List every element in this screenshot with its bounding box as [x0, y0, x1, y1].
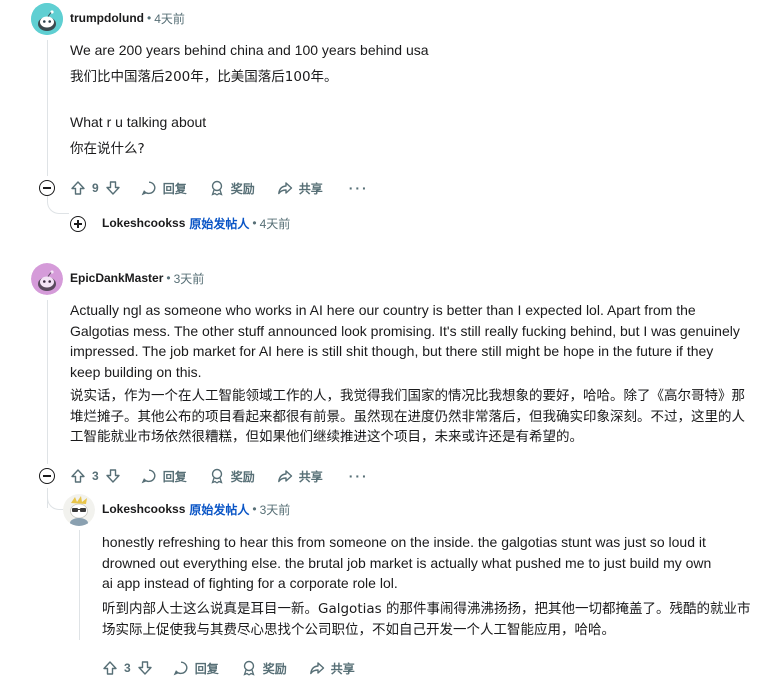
snoo-avatar-icon — [63, 494, 95, 526]
downvote-icon[interactable] — [137, 660, 153, 676]
award-icon — [211, 180, 223, 196]
thread-curve — [47, 196, 69, 214]
share-icon — [277, 182, 292, 195]
timestamp[interactable]: 4天前 — [154, 10, 185, 27]
minus-icon — [43, 475, 51, 477]
comment-actions: 3 回复 奖励 共享 ··· — [70, 464, 369, 488]
username[interactable]: Lokeshcookss — [102, 502, 185, 516]
award-icon — [211, 468, 223, 484]
timestamp[interactable]: 4天前 — [260, 215, 291, 232]
collapse-button[interactable] — [39, 468, 55, 484]
snoo-avatar-icon — [31, 263, 63, 295]
reply-button[interactable]: 回复 — [173, 660, 219, 677]
award-button[interactable]: 奖励 — [209, 468, 255, 485]
username[interactable]: trumpdolund — [70, 11, 144, 25]
share-button[interactable]: 共享 — [277, 180, 323, 197]
comment-meta: trumpdolund • 4天前 — [70, 10, 185, 27]
expand-button[interactable] — [70, 216, 86, 232]
vote-group: 3 — [102, 660, 153, 676]
comment-body-en: What r u talking about — [70, 114, 207, 130]
avatar[interactable] — [31, 263, 63, 295]
collapse-button[interactable] — [39, 180, 55, 196]
reply-button[interactable]: 回复 — [141, 180, 187, 197]
username[interactable]: Lokeshcookss — [102, 216, 185, 230]
thread-line — [47, 40, 48, 176]
award-button[interactable]: 奖励 — [209, 180, 255, 197]
thread-curve — [47, 496, 63, 510]
more-options-icon[interactable]: ··· — [349, 468, 369, 484]
comment-body-zh: 你在说什么? — [70, 141, 145, 157]
comment-actions: 3 回复 奖励 共享 — [102, 656, 377, 680]
timestamp[interactable]: 3天前 — [260, 501, 291, 518]
snoo-avatar-icon — [31, 3, 63, 35]
upvote-icon[interactable] — [70, 468, 86, 484]
comment-meta: Lokeshcookss 原始发帖人 • 3天前 — [102, 501, 291, 518]
thread-line — [47, 300, 48, 464]
op-badge: 原始发帖人 — [189, 502, 250, 517]
award-icon — [243, 660, 255, 676]
comment-meta: EpicDankMaster • 3天前 — [70, 270, 205, 287]
share-icon — [309, 662, 324, 675]
comment-actions: 9 回复 奖励 共享 ··· — [70, 176, 369, 200]
comment-body-zh: 我们比中国落后200年，比美国落后100年。 — [70, 69, 338, 85]
share-icon — [277, 470, 292, 483]
comment-body-en: Actually ngl as someone who works in AI … — [70, 302, 740, 380]
comment-body-en: We are 200 years behind china and 100 ye… — [70, 42, 429, 58]
vote-count: 3 — [124, 661, 131, 675]
comment-bubble-icon — [141, 181, 156, 196]
comment-bubble-icon — [141, 469, 156, 484]
timestamp[interactable]: 3天前 — [174, 270, 205, 287]
downvote-icon[interactable] — [105, 468, 121, 484]
minus-icon — [43, 187, 51, 189]
comment-body-zh: 说实话，作为一个在人工智能领域工作的人，我觉得我们国家的情况比我想象的要好，哈哈… — [70, 388, 745, 445]
op-badge: 原始发帖人 — [189, 216, 250, 231]
username[interactable]: EpicDankMaster — [70, 271, 163, 285]
thread-line — [79, 530, 80, 640]
vote-group: 9 — [70, 180, 121, 196]
share-button[interactable]: 共享 — [309, 660, 355, 677]
comment-bubble-icon — [173, 661, 188, 676]
comment-body-zh: 听到内部人士这么说真是耳目一新。Galgotias 的那件事闹得沸沸扬扬，把其他… — [102, 601, 751, 638]
upvote-icon[interactable] — [102, 660, 118, 676]
vote-count: 3 — [92, 469, 99, 483]
share-button[interactable]: 共享 — [277, 468, 323, 485]
vote-group: 3 — [70, 468, 121, 484]
avatar[interactable] — [31, 3, 63, 35]
collapsed-reply-meta[interactable]: Lokeshcookss 原始发帖人 • 4天前 — [102, 214, 290, 232]
reply-button[interactable]: 回复 — [141, 468, 187, 485]
upvote-icon[interactable] — [70, 180, 86, 196]
vote-count: 9 — [92, 181, 99, 195]
more-options-icon[interactable]: ··· — [349, 180, 369, 196]
downvote-icon[interactable] — [105, 180, 121, 196]
avatar[interactable] — [63, 494, 95, 526]
comment-body-en: honestly refreshing to hear this from so… — [102, 534, 712, 591]
award-button[interactable]: 奖励 — [241, 660, 287, 677]
